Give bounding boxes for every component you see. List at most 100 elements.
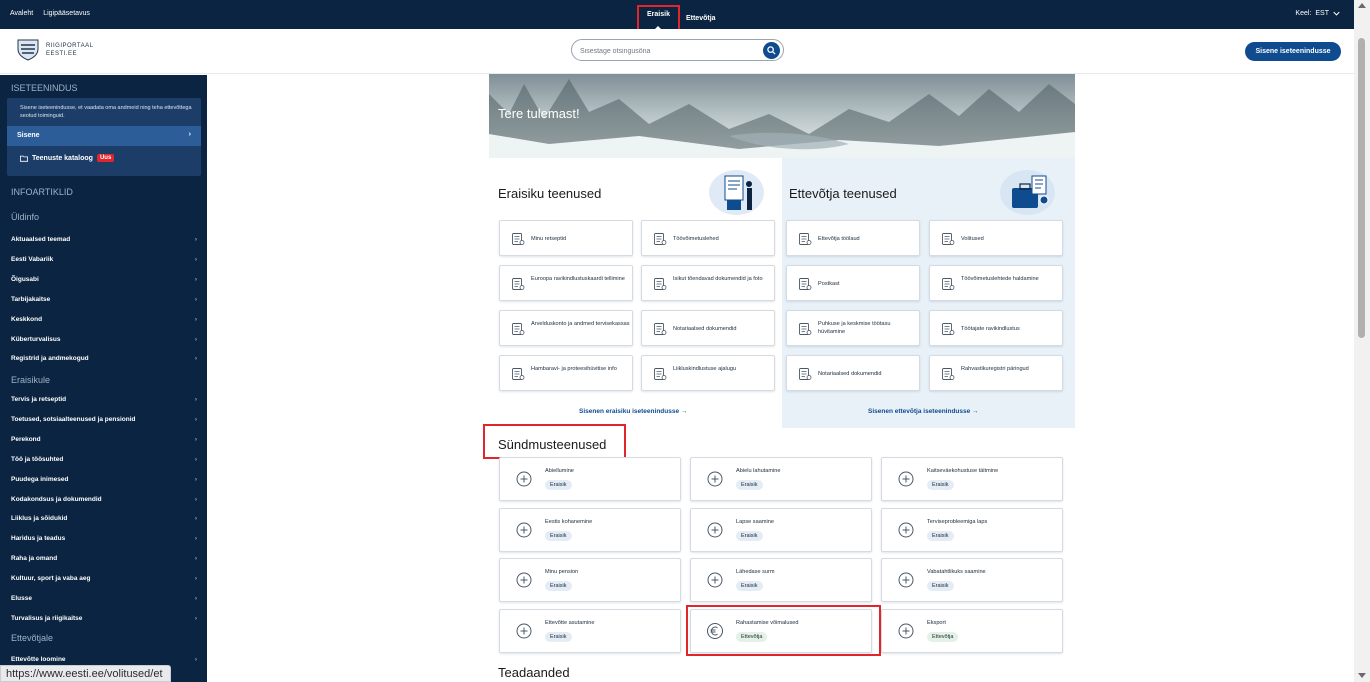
service-tile[interactable]: Ettevõtja töölaud <box>786 220 920 256</box>
sidebar-item[interactable]: Liiklus ja sõidukid › <box>11 515 201 522</box>
chevron-right-icon: › <box>194 435 197 443</box>
sidebar-item[interactable]: Turvalisus ja riigikaitse › <box>11 615 201 622</box>
accessibility-link[interactable]: Ligipääsetavus <box>43 10 90 17</box>
language-selector[interactable]: Keel: EST <box>1295 10 1340 17</box>
home-link[interactable]: Avaleht <box>10 10 33 17</box>
life-event-card[interactable]: Kaitseväekohustuse täitmine Eraisik <box>881 457 1063 501</box>
life-event-card[interactable]: Ettevõtte asutamine Eraisik <box>499 608 681 653</box>
service-tile[interactable]: Hambaravi- ja proteesihüvitise info <box>499 355 633 391</box>
sidebar-item[interactable]: Raha ja omand › <box>11 555 201 562</box>
sidebar-item-label: Tarbijakaitse <box>11 295 51 303</box>
sidebar-item[interactable]: Töö ja töösuhted › <box>11 456 201 463</box>
business-self-service-link[interactable]: Sisenen ettevõtja iseteenindusse → <box>868 408 979 415</box>
sidebar-item[interactable]: Õigusabi › <box>11 276 201 283</box>
service-document-icon <box>798 232 812 246</box>
new-badge: Uus <box>96 154 115 162</box>
service-tile[interactable]: Notariaalsed dokumendid <box>641 310 775 346</box>
service-tile[interactable]: Arvelduskonto ja andmed tervisekassas <box>499 310 633 346</box>
service-tile[interactable]: Euroopa ravikindlustuskaardi tellimine <box>499 265 633 301</box>
life-event-icon <box>514 570 534 590</box>
sisene-label: Sisene <box>17 132 40 139</box>
service-tile[interactable]: Rahvastikuregistri päringud <box>929 355 1063 391</box>
life-event-card[interactable]: Abielu lahutamine Eraisik <box>690 457 872 501</box>
sidebar-item-label: Perekond <box>11 435 41 443</box>
service-tile[interactable]: Töövõimetuslehtede haldamine <box>929 265 1063 301</box>
search-button[interactable] <box>763 42 780 59</box>
page-scrollbar[interactable] <box>1354 0 1370 682</box>
sidebar-item[interactable]: Haridus ja teadus › <box>11 535 201 542</box>
life-event-card[interactable]: Eestis kohanemine Eraisik <box>499 507 681 552</box>
sidebar-item-label: Eesti Vabariik <box>11 255 54 263</box>
sidebar-item-label: Puudega inimesed <box>11 475 69 483</box>
folder-icon <box>20 155 28 162</box>
chevron-right-icon: › <box>194 455 197 463</box>
tab-business[interactable]: Ettevõtja <box>680 9 722 28</box>
service-tile[interactable]: Puhkuse ja keskmise töötasu hüvitamine <box>786 310 920 346</box>
service-document-icon <box>511 277 525 291</box>
audience-tag: Eraisik <box>927 530 954 541</box>
life-event-icon <box>514 520 534 540</box>
service-document-icon <box>653 322 667 336</box>
tab-private[interactable]: Eraisik <box>637 5 680 31</box>
login-button[interactable]: Sisene iseteenindusse <box>1245 42 1341 61</box>
sidebar-item[interactable]: Ettevõtte loomine › <box>11 656 201 663</box>
service-tile[interactable]: Töövõimetuslehed <box>641 220 775 256</box>
sidebar-item[interactable]: Küberturvalisus › <box>11 336 201 343</box>
life-event-label: Eestis kohanemine <box>545 518 593 525</box>
audience-tag: Eraisik <box>545 581 572 591</box>
site-header: RIIGIPORTAAL EESTI.EE Sisene iseteenindu… <box>0 29 1354 74</box>
life-event-label: Minu pension <box>545 569 579 575</box>
document-person-illustration <box>709 170 764 215</box>
service-tile[interactable]: Notariaalsed dokumendid <box>786 355 920 391</box>
life-event-icon <box>705 570 725 590</box>
search-input[interactable] <box>580 44 760 58</box>
sidebar-item[interactable]: Eesti Vabariik › <box>11 256 201 263</box>
logo-text: RIIGIPORTAAL EESTI.EE <box>46 42 93 58</box>
life-event-card[interactable]: Abiellumine Eraisik <box>499 457 681 501</box>
sidebar-item-label: Toetused, sotsiaalteenused ja pensionid <box>11 415 136 423</box>
life-event-label: Lapse saamine <box>736 518 774 525</box>
sidebar-item[interactable]: Tervis ja retseptid › <box>11 396 201 403</box>
chevron-down-icon <box>1333 10 1340 17</box>
service-tile[interactable]: Minu retseptid <box>499 220 633 256</box>
sidebar-sisene-button[interactable]: Sisene › <box>7 126 201 146</box>
sidebar-item[interactable]: Registrid ja andmekogud › <box>11 355 201 362</box>
service-tile[interactable]: Volitused <box>929 220 1063 256</box>
sidebar-item[interactable]: Aktuaalsed teemad › <box>11 236 201 243</box>
sidebar-item[interactable]: Keskkond › <box>11 316 201 323</box>
audience-tag: Ettevõtja <box>927 631 959 642</box>
life-event-card[interactable]: Lähedase surm Eraisik <box>690 558 872 602</box>
service-tile[interactable]: Töötajate ravikindlustus <box>929 310 1063 346</box>
life-event-card[interactable]: Eksport Ettevõtja <box>881 608 1063 653</box>
service-tile[interactable]: Liikluskindlustuse ajalugu <box>641 355 775 391</box>
service-document-icon <box>511 322 525 336</box>
service-tile[interactable]: Postkast <box>786 265 920 301</box>
life-event-card[interactable]: Lapse saamine Eraisik <box>690 507 872 552</box>
sidebar-item-label: Elusse <box>11 595 32 602</box>
service-tile[interactable]: Isikut tõendavad dokumendid ja foto <box>641 265 775 301</box>
business-services: Ettevõtja teenused Ettevõtja töölaud Voli… <box>782 158 1075 428</box>
self-service-box: Sisene iseteenindusse, et vaadata oma an… <box>7 98 201 176</box>
sidebar-item[interactable]: Kodakondsus ja dokumendid › <box>11 496 201 503</box>
life-event-card[interactable]: Vabatahtlikuks saamine Eraisik <box>881 558 1063 602</box>
audience-tag: Eraisik <box>736 480 763 490</box>
life-event-card[interactable]: Minu pension Eraisik <box>499 558 681 602</box>
scroll-up-arrow[interactable] <box>1358 3 1366 8</box>
chevron-right-icon: › <box>194 355 197 363</box>
sidebar-item[interactable]: Puudega inimesed › <box>11 476 201 483</box>
sidebar-item[interactable]: Toetused, sotsiaalteenused ja pensionid › <box>11 416 201 423</box>
scroll-down-arrow[interactable] <box>1358 673 1366 678</box>
sidebar-item[interactable]: Tarbijakaitse › <box>11 296 201 303</box>
life-event-card[interactable]: Terviseprobleemiga laps Eraisik <box>881 507 1063 552</box>
logo[interactable]: RIIGIPORTAAL EESTI.EE <box>16 39 93 61</box>
hero-title: Tere tulemast! <box>498 106 580 121</box>
sidebar-item[interactable]: Elusse › <box>11 595 201 602</box>
scroll-thumb[interactable] <box>1358 38 1365 338</box>
logo-line1: RIIGIPORTAAL <box>46 43 94 49</box>
service-catalog-link[interactable]: Teenuste kataloog Uus <box>20 154 115 162</box>
service-tile-label: Ettevõtja töölaud <box>818 236 860 242</box>
sidebar-item[interactable]: Perekond › <box>11 436 201 443</box>
private-services-title: Eraisiku teenused <box>498 186 602 201</box>
private-self-service-link[interactable]: Sisenen eraisiku iseteenindusse → <box>579 408 687 415</box>
sidebar-item[interactable]: Kultuur, sport ja vaba aeg › <box>11 575 201 582</box>
